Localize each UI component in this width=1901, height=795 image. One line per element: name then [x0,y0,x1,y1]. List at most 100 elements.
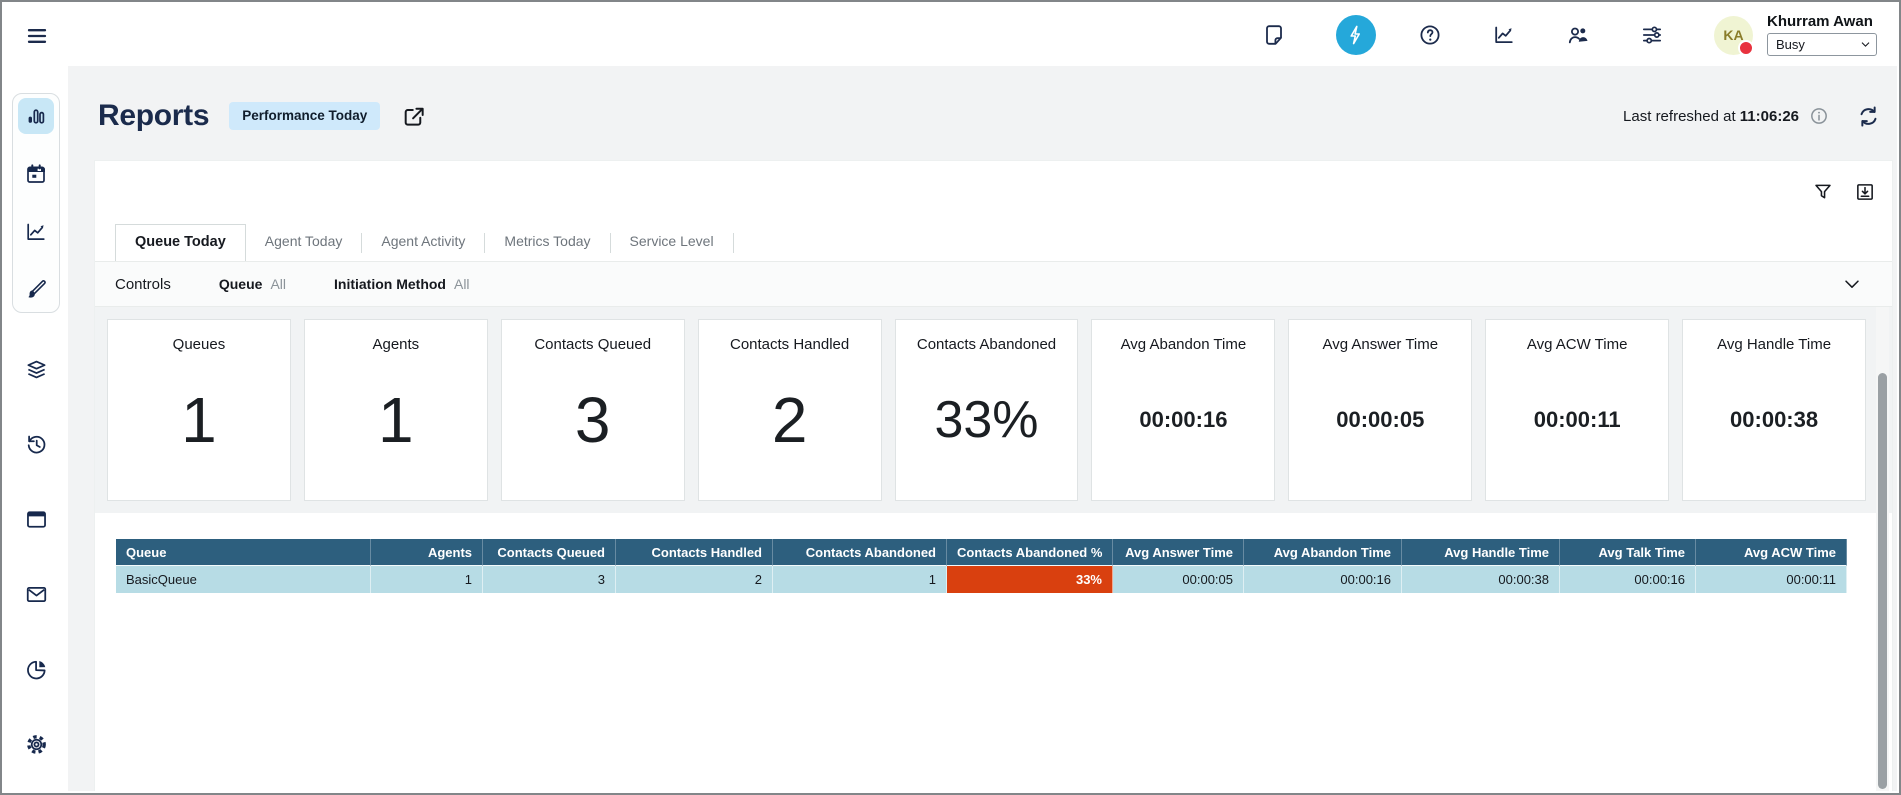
queue-table-area: Queue Agents Contacts Queued Contacts Ha… [95,513,1875,791]
tab-service-level[interactable]: Service Level [611,224,733,261]
help-icon[interactable] [1418,23,1442,47]
metric-value: 1 [181,353,217,500]
report-panel: Queue Today Agent Today Agent Activity M… [94,160,1893,791]
hamburger-menu-button[interactable] [24,23,50,49]
external-link-icon[interactable] [400,103,426,129]
tab-agent-today[interactable]: Agent Today [246,224,362,261]
col-queue[interactable]: Queue [116,539,371,566]
metric-value: 00:00:11 [1534,353,1621,500]
download-icon[interactable] [1854,181,1876,203]
status-select-wrap: Busy [1767,33,1877,56]
col-avg-abandon-time[interactable]: Avg Abandon Time [1244,539,1402,566]
scrollbar-thumb[interactable] [1878,373,1887,789]
initiation-method-filter[interactable]: Initiation Method All [334,276,470,292]
cell-avg-handle-time: 00:00:38 [1402,566,1560,593]
tab-agent-activity[interactable]: Agent Activity [362,224,484,261]
metric-label: Queues [173,336,226,353]
calendar-icon [24,162,48,186]
vertical-scrollbar[interactable] [1876,307,1889,791]
metric-value: 2 [772,353,808,500]
col-contacts-handled[interactable]: Contacts Handled [616,539,773,566]
sidebar-item-history[interactable] [21,429,51,459]
metrics-icon[interactable] [1492,23,1516,47]
sidebar-item-piechart[interactable] [21,654,51,684]
sidebar-secondary [21,354,51,795]
metric-label: Avg Handle Time [1717,336,1831,353]
initiation-method-filter-name: Initiation Method [334,276,446,292]
main-content: Reports Performance Today Last refreshed… [68,66,1897,791]
avatar[interactable]: KA [1714,16,1753,55]
mail-icon [24,582,49,607]
note-icon[interactable] [1262,23,1286,47]
sidebar-item-mail[interactable] [21,579,51,609]
controls-bar: Controls Queue All Initiation Method All [95,261,1892,307]
window-icon [24,507,49,532]
cell-contacts-queued: 3 [483,566,616,593]
col-contacts-queued[interactable]: Contacts Queued [483,539,616,566]
metric-card-contacts-handled: Contacts Handled 2 [698,319,882,501]
metric-card-contacts-abandoned: Contacts Abandoned 33% [895,319,1079,501]
col-avg-acw-time[interactable]: Avg ACW Time [1696,539,1847,566]
last-refreshed-text: Last refreshed at 11:06:26 [1623,108,1799,125]
col-contacts-abandoned-pct[interactable]: Contacts Abandoned % [947,539,1113,566]
page-header: Reports Performance Today Last refreshed… [98,96,1881,136]
sidebar-item-design[interactable] [18,272,54,308]
sidebar-item-window[interactable] [21,504,51,534]
cell-avg-answer-time: 00:00:05 [1113,566,1244,593]
sidebar-item-calendar[interactable] [18,156,54,192]
tab-queue-today[interactable]: Queue Today [115,224,246,261]
metric-label: Agents [372,336,419,353]
controls-collapse-button[interactable] [1840,272,1864,296]
sliders-icon[interactable] [1640,23,1664,47]
app-window: KA Khurram Awan Busy [0,0,1901,795]
user-name: Khurram Awan [1767,14,1873,29]
metric-cards: Queues 1 Agents 1 Contacts Queued 3 Cont… [95,307,1892,513]
col-contacts-abandoned[interactable]: Contacts Abandoned [773,539,947,566]
tab-bar: Queue Today Agent Today Agent Activity M… [115,224,1882,261]
cell-agents: 1 [371,566,483,593]
sidebar-item-reports[interactable] [18,98,54,134]
bar-chart-icon [24,104,48,128]
cell-contacts-abandoned: 1 [773,566,947,593]
col-avg-handle-time[interactable]: Avg Handle Time [1402,539,1560,566]
pie-chart-icon [24,657,49,682]
col-agents[interactable]: Agents [371,539,483,566]
metric-value: 00:00:05 [1336,353,1424,500]
queue-filter-name: Queue [219,276,263,292]
tab-divider [733,233,734,253]
col-avg-talk-time[interactable]: Avg Talk Time [1560,539,1696,566]
controls-label: Controls [115,276,171,293]
sidebar-item-layers[interactable] [21,354,51,384]
layers-icon [24,357,49,382]
lightning-button[interactable] [1336,15,1376,55]
cell-avg-talk-time: 00:00:16 [1560,566,1696,593]
design-brush-icon [24,278,48,302]
metric-label: Contacts Abandoned [917,336,1056,353]
sidebar-item-settings[interactable] [21,729,51,759]
metric-card-contacts-queued: Contacts Queued 3 [501,319,685,501]
metric-value: 00:00:16 [1139,353,1227,500]
last-refreshed-time: 11:06:26 [1740,108,1799,125]
topbar-actions: KA Khurram Awan Busy [1262,4,1877,66]
metric-value: 33% [934,353,1038,500]
report-badge: Performance Today [229,102,380,130]
status-select[interactable]: Busy [1767,33,1877,56]
queue-filter[interactable]: Queue All [219,276,286,292]
panel-actions [1812,181,1876,203]
filter-icon[interactable] [1812,181,1834,203]
col-avg-answer-time[interactable]: Avg Answer Time [1113,539,1244,566]
sidebar-item-metrics[interactable] [18,214,54,250]
initiation-method-filter-value: All [454,276,470,292]
info-icon[interactable] [1809,106,1829,126]
tab-metrics-today[interactable]: Metrics Today [485,224,609,261]
cell-avg-abandon-time: 00:00:16 [1244,566,1402,593]
table-header-row: Queue Agents Contacts Queued Contacts Ha… [116,539,1847,566]
users-icon[interactable] [1566,23,1590,47]
page-title: Reports [98,99,209,133]
gear-icon [24,732,49,757]
refresh-button[interactable] [1855,103,1881,129]
metric-label: Avg Answer Time [1322,336,1438,353]
hamburger-icon [25,24,49,48]
cell-contacts-abandoned-pct: 33% [947,566,1113,593]
cell-queue-name: BasicQueue [116,566,371,593]
